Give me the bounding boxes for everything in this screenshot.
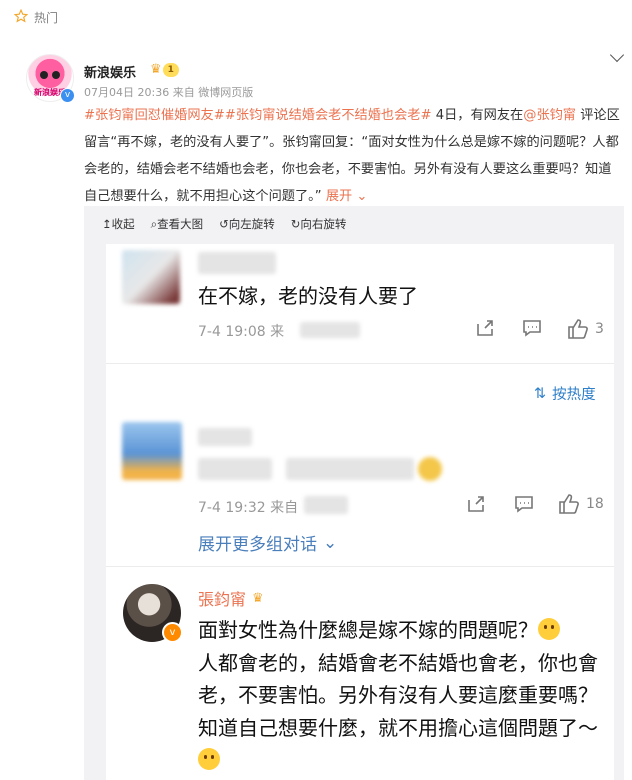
- divider: [106, 363, 614, 364]
- chevron-down-icon: ⌄: [352, 189, 368, 204]
- unfold-label: 展开: [325, 189, 353, 204]
- rotate-left-icon: ↺: [219, 217, 229, 231]
- comment-icon: [523, 320, 541, 337]
- comment-source: 来: [270, 324, 285, 340]
- level-number: 1: [162, 62, 179, 77]
- comment-time: 7-4 19:32: [198, 500, 266, 516]
- sort-label: 按热度: [552, 387, 596, 403]
- source-blurred: [304, 496, 348, 514]
- hashtag-link[interactable]: #张钧甯回怼催婚网友#: [84, 108, 225, 123]
- expand-more-replies[interactable]: 展开更多组对话 ⌄: [198, 530, 338, 556]
- expand-more-label: 展开更多组对话: [198, 535, 317, 555]
- post-source: 来自 微博网页版: [172, 86, 254, 99]
- username-blurred: [198, 252, 276, 274]
- source-blurred: [300, 322, 360, 338]
- avatar-blurred: [122, 422, 182, 480]
- comment-button[interactable]: [522, 318, 542, 338]
- post-body: 4日，有网友在: [431, 108, 524, 123]
- comment-icon: [515, 496, 533, 513]
- collapse-button[interactable]: ↥收起: [102, 216, 135, 232]
- star-icon: [13, 8, 29, 26]
- like-count: 18: [586, 496, 604, 512]
- tongue-emoji-icon: [538, 618, 560, 640]
- chevron-down-icon[interactable]: [609, 47, 625, 63]
- like-button[interactable]: 18: [558, 493, 604, 515]
- level-badge[interactable]: ♛ 1: [150, 62, 179, 77]
- image-toolbar: ↥收起 ⌕查看大图 ↺向左旋转 ↻向右旋转: [102, 216, 346, 232]
- comment-meta: 7-4 19:32 来自: [198, 497, 298, 517]
- like-count: 3: [595, 321, 604, 337]
- reply-body: 人都會老的，結婚會老不結婚也會老，你也會老，不要害怕。另外有沒有人要這麼重要嗎？…: [198, 650, 598, 740]
- post-time[interactable]: 07月04日 20:36: [84, 86, 169, 99]
- avatar-blurred: [122, 250, 180, 304]
- sort-icon: ⇅: [534, 385, 547, 402]
- thumbs-up-icon: [568, 319, 588, 339]
- crown-icon: ♛: [150, 62, 162, 77]
- share-button[interactable]: [475, 318, 495, 338]
- post-text: #张钧甯回怼催婚网友##张钧甯说结婚会老不结婚也会老# 4日，有网友在@张钧甯 …: [84, 102, 624, 210]
- view-large-label: 查看大图: [157, 217, 204, 231]
- rotate-left-button[interactable]: ↺向左旋转: [219, 216, 275, 232]
- share-button[interactable]: [466, 494, 486, 514]
- rotate-right-label: 向右旋转: [300, 217, 347, 231]
- emoji-blurred: [418, 457, 442, 481]
- reply-text: 面對女性為什麼總是嫁不嫁的問題呢？ 人都會老的，結婚會老不結婚也會老，你也會老，…: [198, 614, 608, 777]
- chevron-down-icon: ⌄: [323, 532, 338, 553]
- comment-blurred: [198, 458, 272, 480]
- reply-author[interactable]: 張鈞甯 ♛: [198, 586, 264, 610]
- comment-time: 7-4 19:08: [198, 324, 266, 340]
- rotate-left-label: 向左旋转: [228, 217, 275, 231]
- share-icon: [477, 320, 493, 336]
- view-large-button[interactable]: ⌕查看大图: [151, 216, 203, 232]
- comment-button[interactable]: [514, 494, 534, 514]
- share-icon: [468, 496, 484, 512]
- rotate-right-icon: ↻: [290, 217, 301, 231]
- arrow-up-icon: ↥: [102, 217, 112, 231]
- reply-author-name: 張鈞甯: [198, 590, 247, 609]
- username-blurred: [198, 428, 252, 446]
- post-meta: 07月04日 20:36 来自 微博网页版: [84, 84, 253, 100]
- comment-source: 来自: [270, 500, 299, 516]
- comment-blurred: [286, 458, 414, 480]
- comment-text: 在不嫁，老的没有人要了: [198, 284, 418, 308]
- crown-icon: ♛: [252, 590, 264, 606]
- verified-icon: v: [60, 88, 75, 103]
- author-name[interactable]: 新浪娱乐: [84, 62, 136, 81]
- smile-emoji-icon: [198, 748, 220, 770]
- hot-label: 热门: [34, 11, 59, 25]
- mention-link[interactable]: @张钧甯: [523, 108, 576, 123]
- thumbs-up-icon: [559, 494, 579, 514]
- rotate-right-button[interactable]: ↻向右旋转: [291, 216, 347, 232]
- collapse-label: 收起: [111, 217, 135, 231]
- reply-body: 面對女性為什麼總是嫁不嫁的問題呢？: [198, 618, 538, 642]
- hashtag-link[interactable]: #张钧甯说结婚会老不结婚也会老#: [225, 108, 432, 123]
- verified-icon: v: [162, 622, 183, 643]
- unfold-link[interactable]: 展开 ⌄: [326, 189, 368, 204]
- sort-button[interactable]: ⇅ 按热度: [534, 383, 596, 404]
- like-button[interactable]: 3: [567, 318, 604, 340]
- hot-header[interactable]: 热门: [13, 8, 59, 26]
- comment-meta: 7-4 19:08 来: [198, 321, 284, 341]
- divider: [106, 566, 614, 567]
